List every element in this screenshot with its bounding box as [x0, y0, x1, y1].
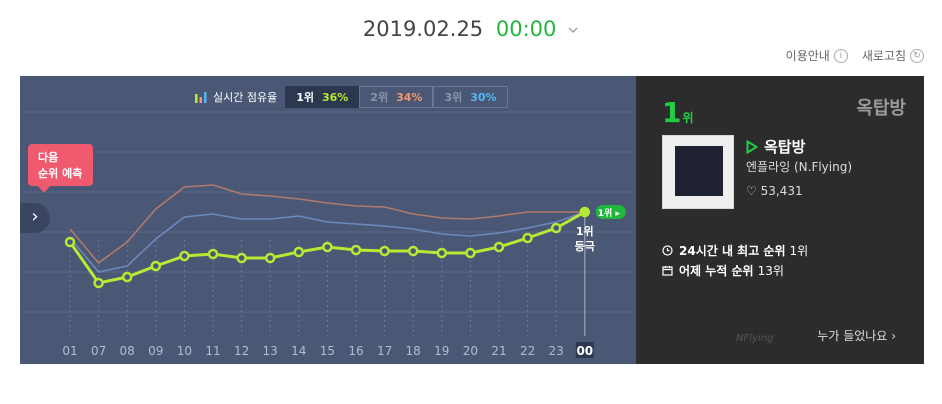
refresh-icon[interactable]: ↻ — [910, 48, 924, 63]
data-point — [407, 245, 419, 257]
legend-title: 실시간 점유율 — [195, 89, 277, 105]
chevron-down-icon — [568, 27, 578, 33]
data-point — [493, 241, 505, 253]
top-song-panel: 옥탑방 1위 옥탑방 엔플라잉 (N.Flying) ♡ 53,431 24시간… — [636, 76, 924, 364]
play-icon[interactable] — [746, 139, 758, 154]
highlight-label: 등극 — [575, 240, 595, 253]
data-point — [236, 252, 247, 264]
info-icon[interactable]: i — [833, 48, 848, 63]
data-point — [550, 222, 562, 234]
data-point — [150, 260, 162, 272]
data-point — [522, 232, 533, 244]
x-tick-label: 10 — [177, 344, 192, 358]
current-point — [579, 207, 590, 217]
data-point — [322, 241, 333, 253]
previous-arrow-button[interactable]: › — [20, 203, 50, 233]
who-listened-link[interactable]: 누가 들었나요 › — [817, 327, 896, 344]
x-tick-label: 01 — [62, 344, 77, 358]
like-count[interactable]: ♡ 53,431 — [746, 184, 803, 198]
stat-yesterday-cumulative: 어제 누적 순위 13위 — [662, 262, 784, 279]
next-rank-prediction-button[interactable]: 다음 순위 예측 — [28, 144, 93, 193]
album-art — [675, 146, 723, 196]
x-tick-label: 22 — [520, 344, 535, 358]
data-point — [121, 271, 133, 283]
data-point — [179, 250, 190, 262]
x-tick-label: 11 — [205, 344, 220, 358]
chevron-right-icon: › — [31, 206, 39, 227]
data-point — [264, 252, 276, 264]
data-point — [436, 247, 448, 259]
data-point — [207, 248, 219, 260]
x-tick-label: 21 — [491, 344, 506, 358]
artist-name[interactable]: 엔플라잉 (N.Flying) — [746, 158, 852, 175]
data-point — [465, 247, 476, 259]
chart-time: 00:00 — [495, 17, 557, 41]
x-tick-label: 16 — [348, 344, 363, 358]
x-tick-label: 18 — [406, 344, 421, 358]
album-cover[interactable] — [662, 135, 734, 209]
clock-icon — [662, 245, 673, 256]
x-tick-label: 23 — [549, 344, 564, 358]
data-point — [379, 245, 390, 257]
song-title-link[interactable]: 옥탑방 — [746, 136, 805, 157]
background-album-title: 옥탑방 — [856, 98, 906, 119]
data-point — [293, 246, 305, 258]
x-tick-label: 19 — [434, 344, 449, 358]
x-tick-label: 14 — [291, 344, 306, 358]
heart-icon: ♡ — [746, 184, 757, 198]
x-tick-label: 12 — [234, 344, 249, 358]
realtime-chart-panel: 01 07 08 09 10 11 12 13 14 15 16 17 18 19 20 21 22 23 00 1위… — [20, 76, 636, 364]
share-legend: 실시간 점유율 1위 36% 2위 34% 3위 30% — [195, 86, 508, 108]
rank-badge-text: 1위 ▸ — [598, 207, 621, 219]
utility-links: 이용안내 i 새로고침 ↻ — [786, 47, 924, 64]
x-tick-label: 08 — [120, 344, 135, 358]
data-point — [64, 236, 76, 248]
x-tick-label: 17 — [377, 344, 392, 358]
x-tick-label: 13 — [263, 344, 278, 358]
data-point — [93, 277, 104, 289]
x-tick-label: 07 — [91, 344, 106, 358]
x-tick-label: 20 — [463, 344, 478, 358]
share-line-chart: 01 07 08 09 10 11 12 13 14 15 16 17 18 19 20 21 22 23 00 1위… — [20, 111, 636, 358]
tab-rank-3[interactable]: 3위 30% — [433, 86, 508, 108]
bar-chart-icon — [195, 91, 207, 103]
x-tick-label: 00 — [576, 344, 593, 358]
highlight-label: 1위 — [576, 225, 594, 238]
stat-24h-best: 24시간 내 최고 순위 1위 — [662, 242, 808, 259]
album-brand-text: NFlying — [736, 333, 774, 344]
x-tick-label: 15 — [320, 344, 335, 358]
calendar-icon — [662, 266, 673, 276]
tab-rank-1[interactable]: 1위 36% — [285, 86, 360, 108]
guide-link[interactable]: 이용안내 — [786, 47, 830, 64]
x-tick-label: 09 — [148, 344, 163, 358]
data-point — [350, 244, 362, 256]
rank-number: 1위 — [662, 96, 694, 129]
tab-rank-2[interactable]: 2위 34% — [359, 86, 434, 108]
chart-date-selector[interactable]: 2019.02.25 00:00 — [0, 17, 942, 41]
refresh-link[interactable]: 새로고침 — [862, 47, 906, 64]
chart-date: 2019.02.25 — [362, 17, 484, 41]
chevron-right-icon: › — [891, 329, 896, 343]
